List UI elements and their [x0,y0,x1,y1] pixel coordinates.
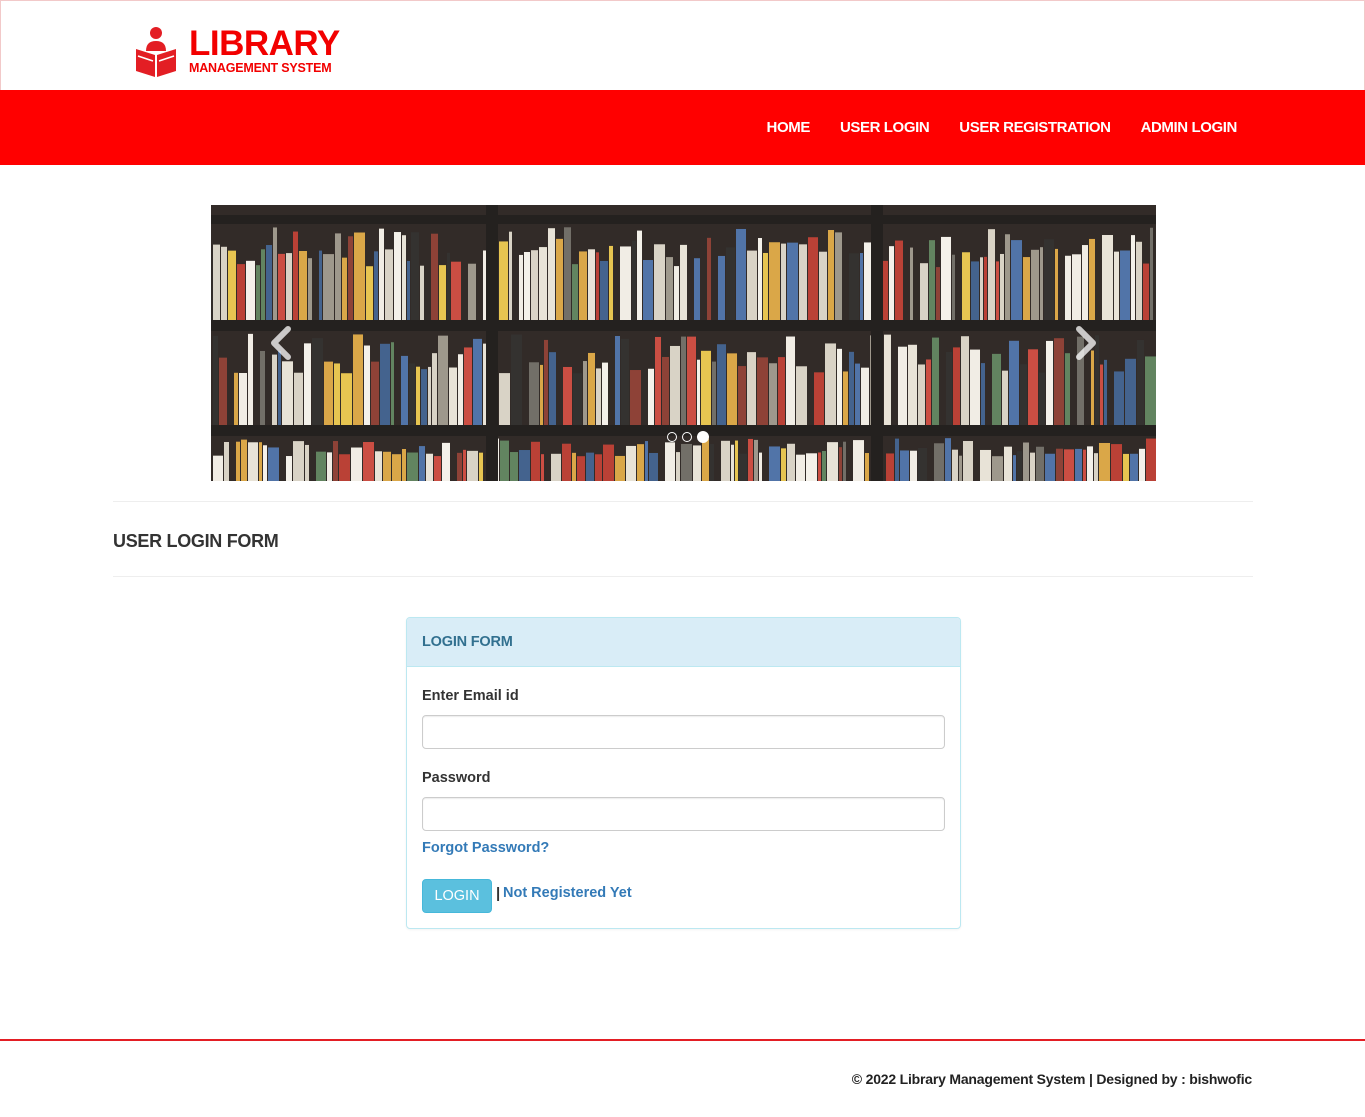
header: LIBRARY MANAGEMENT SYSTEM [0,0,1365,90]
link-separator: | [496,885,501,902]
carousel-next-button[interactable] [1071,325,1101,361]
login-panel-heading: LOGIN FORM [407,618,960,667]
nav-item-home[interactable]: HOME [767,119,811,136]
password-label: Password [422,770,491,786]
brand-title: LIBRARY [189,24,340,63]
not-registered-link[interactable]: Not Registered Yet [503,885,632,901]
login-panel: LOGIN FORM Enter Email id Password Forgo… [406,617,961,929]
nav-item-user-registration[interactable]: USER REGISTRATION [959,119,1111,136]
main-navbar: HOME USER LOGIN USER REGISTRATION ADMIN … [0,90,1365,165]
site-logo[interactable]: LIBRARY MANAGEMENT SYSTEM [135,24,340,79]
carousel-prev-button[interactable] [266,325,296,361]
login-button[interactable]: LOGIN [422,879,492,913]
carousel-indicators [664,431,711,443]
email-input[interactable] [422,715,945,749]
page-title: USER LOGIN FORM [113,531,279,551]
forgot-password-link[interactable]: Forgot Password? [422,840,549,856]
nav-item-user-login[interactable]: USER LOGIN [840,119,930,136]
carousel-indicator-dot[interactable] [666,432,677,442]
nav-item-admin-login[interactable]: ADMIN LOGIN [1141,119,1238,136]
email-label: Enter Email id [422,688,519,704]
carousel-indicator-dot[interactable] [696,431,709,443]
book-reader-icon [135,27,177,79]
chevron-left-icon [271,326,291,360]
footer-copyright: © 2022 Library Management System | Desig… [851,1071,1252,1087]
nav-menu: HOME USER LOGIN USER REGISTRATION ADMIN … [737,90,1238,165]
image-carousel [211,205,1156,481]
carousel-indicator-dot[interactable] [681,432,692,442]
brand-subtitle: MANAGEMENT SYSTEM [189,61,332,75]
footer-divider [0,1039,1365,1041]
chevron-right-icon [1076,326,1096,360]
divider [113,501,1253,502]
divider [113,576,1253,577]
password-input[interactable] [422,797,945,831]
